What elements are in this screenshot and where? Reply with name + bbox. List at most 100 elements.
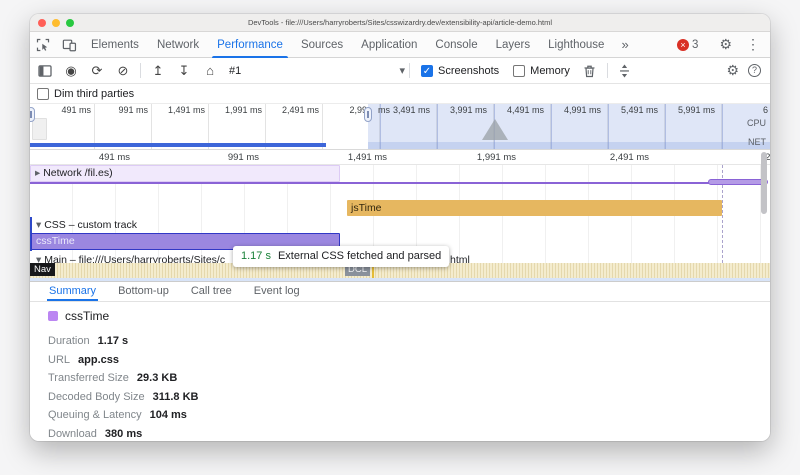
summary-header: cssTime: [48, 309, 770, 323]
error-count: 3: [692, 39, 698, 51]
tab-event-log[interactable]: Event log: [252, 282, 302, 301]
summary-pane: cssTime Duration 1.17 s URL app.css Transf…: [30, 302, 770, 441]
tab-bottom-up[interactable]: Bottom-up: [116, 282, 171, 301]
summary-label: Queuing & Latency: [48, 409, 142, 421]
detail-ruler: 491 ms 991 ms 1,491 ms 1,991 ms 2,491 ms…: [30, 150, 770, 165]
collect-garbage-icon[interactable]: [577, 64, 603, 78]
timeline-overview[interactable]: 491 ms 991 ms 1,491 ms 1,991 ms 2,491 ms…: [30, 104, 770, 150]
ruler-tick: 1,991 ms: [456, 152, 516, 163]
tab-call-tree[interactable]: Call tree: [189, 282, 234, 301]
titlebar: DevTools - file:///Users/harryroberts/Si…: [30, 14, 770, 32]
summary-value: 29.3 KB: [137, 372, 177, 384]
summary-title: cssTime: [65, 309, 109, 323]
load-profile-button[interactable]: ↥: [145, 63, 171, 79]
flame-chart-tracks: ▸ Network /fil.es) jsTime ▾ CSS – custom…: [30, 165, 770, 281]
summary-row-download: Download380 ms: [48, 425, 770, 442]
dim-third-parties-row: Dim third parties: [30, 84, 770, 104]
overview-tick: 4,991 ms: [545, 105, 601, 115]
checkbox-unchecked-icon: [513, 65, 525, 77]
nav-marker-badge[interactable]: Nav: [30, 263, 55, 276]
jstime-label: jsTime: [351, 202, 382, 214]
save-profile-button[interactable]: ↧: [171, 63, 197, 79]
collapse-flame-chart-icon[interactable]: [612, 64, 638, 78]
disclosure-closed-icon: ▸: [35, 167, 40, 179]
checkbox-checked-icon: ✓: [421, 65, 433, 77]
customize-devtools-icon[interactable]: ⋮: [739, 36, 770, 53]
settings-gear-icon[interactable]: ⚙: [712, 36, 739, 53]
live-metrics-home-button[interactable]: ⌂: [197, 63, 223, 78]
network-request-overview-bar: [30, 143, 326, 147]
tab-lighthouse[interactable]: Lighthouse: [539, 32, 613, 58]
summary-row-url: URL app.css: [48, 351, 770, 370]
summary-value: 104 ms: [150, 409, 187, 421]
overview-net-band: [368, 142, 770, 150]
history-selected-value: #1: [229, 65, 399, 77]
entry-tooltip: 1.17 sExternal CSS fetched and parsed: [233, 246, 449, 267]
tab-console[interactable]: Console: [426, 32, 486, 58]
reload-and-record-button[interactable]: ⟳: [84, 63, 110, 79]
chevron-down-icon: ▾: [399, 64, 405, 77]
screenshots-checkbox[interactable]: ✓ Screenshots: [421, 65, 499, 77]
devtools-window: DevTools - file:///Users/harryroberts/Si…: [30, 14, 770, 441]
tab-network[interactable]: Network: [148, 32, 208, 58]
console-error-badge[interactable]: × 3: [677, 39, 698, 51]
tab-elements[interactable]: Elements: [82, 32, 148, 58]
cpu-row-label: CPU: [730, 118, 766, 128]
tab-layers[interactable]: Layers: [487, 32, 540, 58]
overview-tick: 3,991 ms: [431, 105, 487, 115]
overview-tick: 491 ms: [35, 105, 91, 115]
network-track-underline: [30, 182, 722, 184]
net-row-label: NET: [730, 137, 766, 147]
csstime-swatch: [48, 311, 58, 321]
performance-toolbar: ◉ ⟳ ⊘ ↥ ↧ ⌂ #1 ▾ ✓ Screenshots Memory: [30, 58, 770, 84]
window-right-drag-handle[interactable]: [364, 107, 372, 122]
record-button[interactable]: ◉: [58, 63, 84, 79]
summary-label: Download: [48, 428, 97, 440]
tab-sources[interactable]: Sources: [292, 32, 352, 58]
ruler-tick: 991 ms: [199, 152, 259, 163]
window-title: DevTools - file:///Users/harryroberts/Si…: [30, 18, 770, 27]
summary-label: Transferred Size: [48, 372, 129, 384]
overview-tick: 991 ms: [92, 105, 148, 115]
summary-label: Duration: [48, 335, 90, 347]
tab-performance[interactable]: Performance: [208, 32, 292, 58]
window-left-drag-handle[interactable]: [30, 107, 35, 122]
overview-tick: 4,491 ms: [488, 105, 544, 115]
overview-tick: 5,491 ms: [602, 105, 658, 115]
history-dropdown[interactable]: #1 ▾: [229, 64, 405, 77]
summary-value: app.css: [78, 354, 119, 366]
summary-value: 311.8 KB: [153, 391, 199, 403]
network-request-segment[interactable]: [708, 179, 768, 185]
jstime-entry-bar[interactable]: jsTime: [347, 200, 722, 216]
screenshots-label: Screenshots: [438, 65, 499, 77]
tab-summary[interactable]: Summary: [47, 282, 98, 301]
summary-value: 1.17 s: [98, 335, 129, 347]
css-track-label: CSS – custom track: [44, 219, 137, 231]
more-tabs-icon[interactable]: »: [613, 37, 636, 52]
csstime-label: cssTime: [36, 235, 75, 247]
tab-application[interactable]: Application: [352, 32, 426, 58]
overview-tick: 1,991 ms: [206, 105, 262, 115]
memory-checkbox[interactable]: Memory: [513, 65, 570, 77]
summary-label: URL: [48, 354, 70, 366]
details-tabbar: Summary Bottom-up Call tree Event log: [30, 281, 770, 302]
summary-row-transferred-size: Transferred Size 29.3 KB: [48, 369, 770, 388]
overview-tick: 2,491 ms: [263, 105, 319, 115]
overview-tick: 2,99: [325, 105, 367, 115]
tooltip-text: External CSS fetched and parsed: [278, 250, 441, 262]
summary-label: Decoded Body Size: [48, 391, 145, 403]
error-icon: ×: [677, 39, 689, 51]
help-icon[interactable]: ?: [748, 64, 761, 77]
screenshot-thumbnail: [32, 118, 47, 140]
network-track-row[interactable]: ▸ Network /fil.es): [30, 165, 340, 182]
capture-settings-gear-icon[interactable]: ⚙: [719, 62, 746, 79]
device-toolbar-icon[interactable]: [56, 38, 82, 52]
panel-layout-icon[interactable]: [32, 65, 58, 77]
dim-third-parties-checkbox[interactable]: [37, 88, 49, 100]
overview-tick: 5,991 ms: [659, 105, 715, 115]
inspect-element-icon[interactable]: [30, 38, 56, 52]
css-custom-track-header[interactable]: ▾ CSS – custom track: [36, 219, 137, 231]
vertical-scrollbar-thumb[interactable]: [761, 152, 767, 214]
overview-tick: 3,491 ms: [374, 105, 430, 115]
clear-recording-button[interactable]: ⊘: [110, 63, 136, 79]
